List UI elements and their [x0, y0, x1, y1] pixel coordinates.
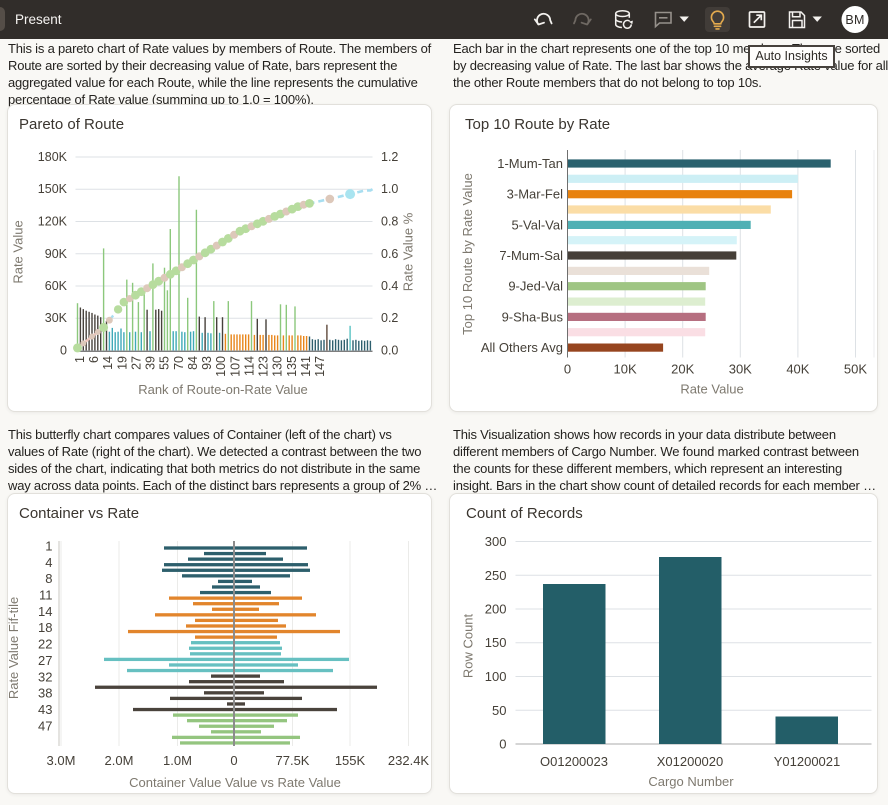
svg-text:3-Mar-Fel: 3-Mar-Fel [507, 187, 563, 202]
svg-text:0: 0 [564, 362, 571, 377]
svg-text:BM: BM [845, 13, 864, 27]
svg-text:8: 8 [45, 571, 52, 586]
svg-text:3.0M: 3.0M [47, 753, 76, 768]
svg-text:22: 22 [38, 637, 52, 652]
svg-text:50K: 50K [844, 362, 867, 377]
svg-text:0: 0 [499, 737, 506, 752]
svg-text:1: 1 [73, 356, 87, 363]
svg-text:30K: 30K [45, 311, 68, 325]
svg-text:Rate Value: Rate Value [11, 220, 26, 283]
svg-text:0.8: 0.8 [381, 215, 398, 229]
svg-text:1.0M: 1.0M [163, 753, 192, 768]
svg-text:100: 100 [485, 669, 507, 684]
svg-text:18: 18 [38, 620, 52, 635]
svg-text:Y01200021: Y01200021 [774, 754, 841, 769]
svg-text:93: 93 [200, 356, 214, 370]
svg-text:250: 250 [485, 568, 507, 583]
svg-text:All Others Avg: All Others Avg [481, 340, 563, 355]
svg-text:27: 27 [38, 653, 52, 668]
svg-text:O01200023: O01200023 [540, 754, 608, 769]
svg-text:19: 19 [115, 356, 129, 370]
svg-text:135: 135 [285, 356, 299, 377]
svg-text:60K: 60K [45, 279, 68, 293]
svg-text:39: 39 [144, 356, 158, 370]
svg-text:4: 4 [45, 555, 52, 570]
svg-text:141: 141 [299, 356, 313, 377]
svg-text:300: 300 [485, 534, 507, 549]
svg-text:Rate Value %: Rate Value % [401, 212, 416, 291]
svg-text:0: 0 [230, 753, 237, 768]
svg-text:2.0M: 2.0M [105, 753, 134, 768]
svg-text:47: 47 [38, 718, 52, 733]
svg-text:14: 14 [101, 356, 115, 370]
svg-text:150: 150 [485, 635, 507, 650]
svg-text:123: 123 [257, 356, 271, 377]
svg-text:0.2: 0.2 [381, 311, 398, 325]
svg-text:Top 10 Route by Rate Value: Top 10 Route by Rate Value [460, 173, 475, 335]
svg-text:1: 1 [45, 539, 52, 554]
svg-text:0.4: 0.4 [381, 279, 398, 293]
svg-text:Rate Value Fif-tile: Rate Value Fif-tile [6, 597, 21, 699]
svg-text:232.4K: 232.4K [388, 753, 430, 768]
svg-text:43: 43 [38, 702, 52, 717]
svg-text:30K: 30K [729, 362, 752, 377]
svg-text:55: 55 [158, 356, 172, 370]
svg-text:10K: 10K [614, 362, 637, 377]
svg-text:70: 70 [172, 356, 186, 370]
svg-text:20K: 20K [671, 362, 694, 377]
svg-text:200: 200 [485, 602, 507, 617]
svg-text:6: 6 [87, 356, 101, 363]
svg-text:Row Count: Row Count [461, 613, 476, 678]
svg-text:114: 114 [242, 356, 256, 376]
svg-text:9-Jed-Val: 9-Jed-Val [508, 279, 563, 294]
svg-text:Cargo Number: Cargo Number [648, 774, 734, 789]
svg-text:130: 130 [271, 356, 285, 377]
svg-text:1-Mum-Tan: 1-Mum-Tan [497, 156, 563, 171]
svg-text:Rate Value: Rate Value [680, 382, 743, 397]
svg-text:1.0: 1.0 [381, 182, 398, 196]
svg-text:Container Value Value vs Rate: Container Value Value vs Rate Value [129, 775, 341, 790]
svg-text:120K: 120K [38, 215, 68, 229]
svg-text:40K: 40K [786, 362, 809, 377]
svg-text:90K: 90K [45, 247, 68, 261]
svg-text:50: 50 [492, 703, 506, 718]
svg-text:155K: 155K [335, 753, 366, 768]
svg-text:147: 147 [313, 356, 327, 377]
svg-text:27: 27 [130, 356, 144, 370]
svg-text:38: 38 [38, 686, 52, 701]
svg-text:77.5K: 77.5K [276, 753, 310, 768]
svg-text:180K: 180K [38, 150, 68, 164]
svg-text:1.2: 1.2 [381, 150, 398, 164]
svg-text:9-Sha-Bus: 9-Sha-Bus [502, 309, 564, 324]
svg-text:11: 11 [39, 588, 53, 603]
svg-text:84: 84 [186, 356, 200, 370]
svg-text:0: 0 [60, 344, 67, 358]
svg-text:X01200020: X01200020 [657, 754, 724, 769]
svg-text:107: 107 [228, 356, 242, 377]
svg-text:5-Val-Val: 5-Val-Val [511, 217, 563, 232]
svg-text:0.6: 0.6 [381, 247, 398, 261]
svg-text:0.0: 0.0 [381, 344, 398, 358]
svg-text:32: 32 [38, 669, 52, 684]
svg-text:7-Mum-Sal: 7-Mum-Sal [499, 248, 563, 263]
svg-text:100: 100 [214, 356, 228, 377]
svg-text:14: 14 [38, 604, 52, 619]
svg-text:150K: 150K [38, 182, 68, 196]
svg-text:Rank of Route-on-Rate Value: Rank of Route-on-Rate Value [138, 382, 308, 397]
